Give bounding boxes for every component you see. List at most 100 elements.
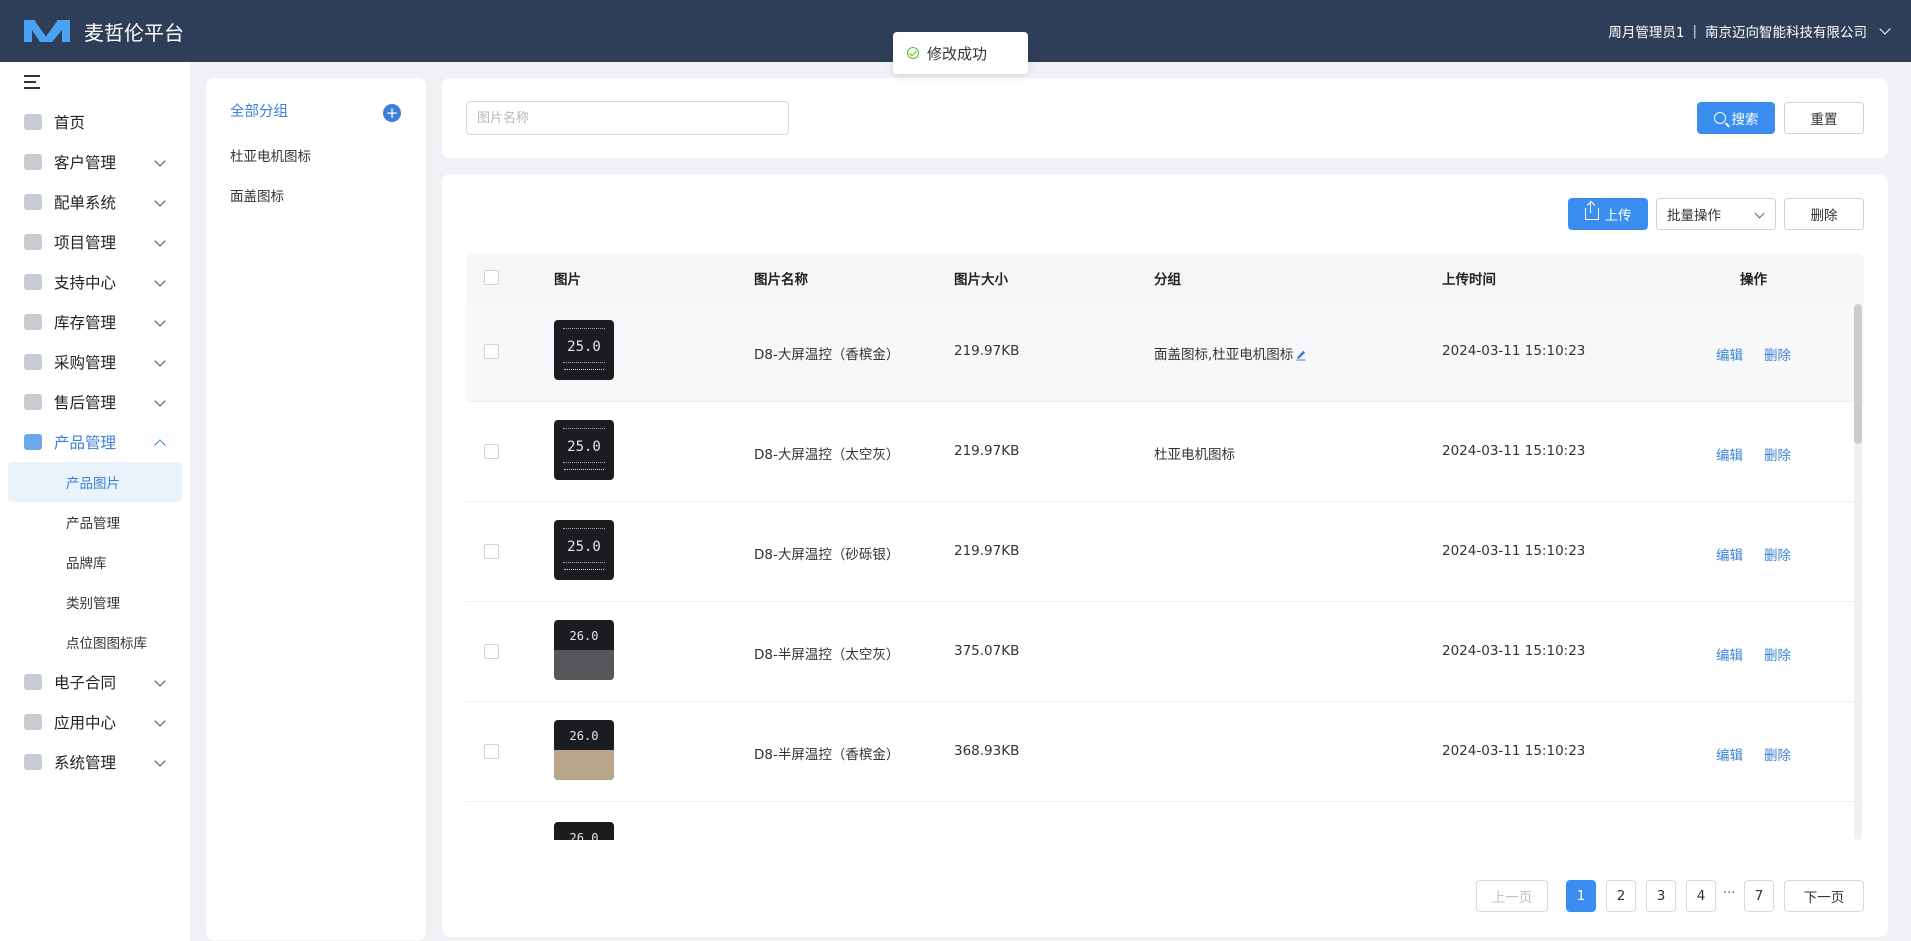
row-checkbox[interactable]: [484, 744, 499, 759]
next-page-button[interactable]: 下一页: [1784, 880, 1864, 912]
product-thumbnail[interactable]: 25.0: [554, 520, 614, 580]
page-button-7[interactable]: 7: [1744, 880, 1774, 912]
sidebar-item-quotation[interactable]: 配单系统: [0, 182, 190, 222]
headset-icon: [24, 394, 42, 410]
sidebar-subitem-categories[interactable]: 类别管理: [0, 582, 190, 622]
scrollbar-thumb[interactable]: [1854, 304, 1862, 444]
product-thumbnail[interactable]: 25.0: [554, 320, 614, 380]
group-item[interactable]: 杜亚电机图标: [230, 145, 311, 165]
sidebar-item-support[interactable]: 支持中心: [0, 262, 190, 302]
group-all[interactable]: 全部分组: [230, 100, 288, 121]
sidebar-item-purchase[interactable]: 采购管理: [0, 342, 190, 382]
sidebar-item-projects[interactable]: 项目管理: [0, 222, 190, 262]
sidebar-subitem-product-images[interactable]: 产品图片: [8, 462, 182, 502]
image-name: D8-大屏温控（香槟金）: [754, 347, 900, 363]
logo-icon: [24, 19, 70, 42]
prev-page-button[interactable]: 上一页: [1476, 880, 1548, 912]
sidebar-subitem-brands[interactable]: 品牌库: [0, 542, 190, 582]
page-button-2[interactable]: 2: [1606, 880, 1636, 912]
sidebar-item-products[interactable]: 产品管理: [0, 422, 190, 462]
row-checkbox[interactable]: [484, 444, 499, 459]
brand-name: 麦哲伦平台: [84, 20, 184, 45]
pagination-ellipsis[interactable]: ···: [1723, 886, 1735, 901]
sidebar-item-inventory[interactable]: 库存管理: [0, 302, 190, 342]
table-row[interactable]: 25.0 D8-大屏温控（香槟金） 219.97KB 面盖图标,杜亚电机图标 2…: [466, 302, 1864, 402]
sidebar-item-apps[interactable]: 应用中心: [0, 702, 190, 742]
logo[interactable]: 麦哲伦平台: [22, 16, 184, 46]
group-item[interactable]: 面盖图标: [230, 185, 284, 205]
menu-collapse-icon[interactable]: [24, 74, 44, 90]
edit-link[interactable]: 编辑: [1716, 344, 1743, 364]
table-row[interactable]: 26.0 D8-半屏温控（太空灰） 375.07KB 2024-03-11 15…: [466, 602, 1864, 702]
chevron-up-icon: [154, 439, 166, 451]
edit-pencil-icon[interactable]: [1295, 349, 1307, 361]
row-checkbox[interactable]: [484, 644, 499, 659]
product-thumbnail[interactable]: 26.0: [554, 620, 614, 680]
sidebar: 首页 客户管理 配单系统 项目管理 支持中心 库存管理 采购管理 售后管理 产品…: [0, 62, 190, 941]
delete-link[interactable]: 删除: [1764, 744, 1791, 764]
select-all-checkbox[interactable]: [484, 270, 499, 285]
table-header: 图片 图片名称 图片大小 分组 上传时间 操作: [466, 254, 1864, 302]
product-thumbnail[interactable]: 25.0: [554, 420, 614, 480]
table-row[interactable]: 26.0 D8-半屏温控（香槟金） 368.93KB 2024-03-11 15…: [466, 702, 1864, 802]
sidebar-item-label: 支持中心: [54, 274, 117, 292]
sidebar-item-label: 应用中心: [54, 714, 117, 732]
table-row[interactable]: 25.0 D8-大屏温控（太空灰） 219.97KB 杜亚电机图标 2024-0…: [466, 402, 1864, 502]
thumbnail-display-text: 26.0: [569, 629, 599, 643]
reset-button-label: 重置: [1810, 112, 1838, 128]
image-group: 杜亚电机图标: [1154, 447, 1235, 463]
table-row[interactable]: 26.0: [466, 802, 1864, 840]
sidebar-subitem-label: 产品管理: [66, 516, 120, 532]
search-button[interactable]: 搜索: [1697, 102, 1775, 134]
sidebar-menu: 首页 客户管理 配单系统 项目管理 支持中心 库存管理 采购管理 售后管理 产品…: [0, 102, 190, 782]
image-table-panel: 上传 批量操作 删除 图片 图片名称 图片大小 分组 上传时间 操作 25.0 …: [442, 174, 1888, 937]
image-size: 368.93KB: [954, 743, 1020, 759]
page-button-1[interactable]: 1: [1566, 880, 1596, 912]
edit-link[interactable]: 编辑: [1716, 744, 1743, 764]
sidebar-item-label: 采购管理: [54, 354, 117, 372]
product-thumbnail[interactable]: 26.0: [554, 822, 614, 840]
sidebar-item-system[interactable]: 系统管理: [0, 742, 190, 782]
sidebar-subitem-label: 类别管理: [66, 596, 120, 612]
user-menu[interactable]: 周月管理员1 | 南京迈向智能科技有限公司: [1608, 21, 1891, 41]
chevron-down-icon: [154, 755, 166, 767]
image-name-search-input[interactable]: [466, 101, 789, 135]
delete-link[interactable]: 删除: [1764, 344, 1791, 364]
column-header: 图片: [554, 272, 581, 288]
sidebar-item-contracts[interactable]: 电子合同: [0, 662, 190, 702]
chevron-down-icon: [154, 235, 166, 247]
delete-link[interactable]: 删除: [1764, 644, 1791, 664]
page-button-4[interactable]: 4: [1686, 880, 1716, 912]
image-group-text: 面盖图标,杜亚电机图标: [1154, 347, 1294, 363]
chevron-down-icon: [154, 315, 166, 327]
page-number: 7: [1754, 888, 1764, 904]
edit-link[interactable]: 编辑: [1716, 644, 1743, 664]
delete-button[interactable]: 删除: [1784, 198, 1864, 230]
sidebar-item-customers[interactable]: 客户管理: [0, 142, 190, 182]
add-group-icon[interactable]: +: [383, 104, 401, 122]
page-button-3[interactable]: 3: [1646, 880, 1676, 912]
column-header: 上传时间: [1442, 272, 1496, 288]
sidebar-subitem-point-icons[interactable]: 点位图图标库: [0, 622, 190, 662]
row-checkbox[interactable]: [484, 344, 499, 359]
sidebar-subitem-product-management[interactable]: 产品管理: [0, 502, 190, 542]
upload-button-label: 上传: [1604, 208, 1632, 224]
edit-link[interactable]: 编辑: [1716, 444, 1743, 464]
batch-action-select[interactable]: 批量操作: [1656, 198, 1776, 230]
delete-link[interactable]: 删除: [1764, 444, 1791, 464]
table-row[interactable]: 25.0 D8-大屏温控（砂砾银） 219.97KB 2024-03-11 15…: [466, 502, 1864, 602]
product-thumbnail[interactable]: 26.0: [554, 720, 614, 780]
upload-time: 2024-03-11 15:10:23: [1442, 543, 1586, 559]
column-header: 分组: [1154, 272, 1181, 288]
chevron-down-icon: [154, 355, 166, 367]
table-scrollbar[interactable]: [1854, 302, 1862, 840]
sidebar-item-label: 售后管理: [54, 394, 117, 412]
row-checkbox[interactable]: [484, 544, 499, 559]
search-panel: 搜索 重置: [442, 78, 1888, 158]
reset-button[interactable]: 重置: [1784, 102, 1864, 134]
upload-button[interactable]: 上传: [1568, 198, 1648, 230]
edit-link[interactable]: 编辑: [1716, 544, 1743, 564]
sidebar-item-home[interactable]: 首页: [0, 102, 190, 142]
sidebar-item-aftersales[interactable]: 售后管理: [0, 382, 190, 422]
delete-link[interactable]: 删除: [1764, 544, 1791, 564]
